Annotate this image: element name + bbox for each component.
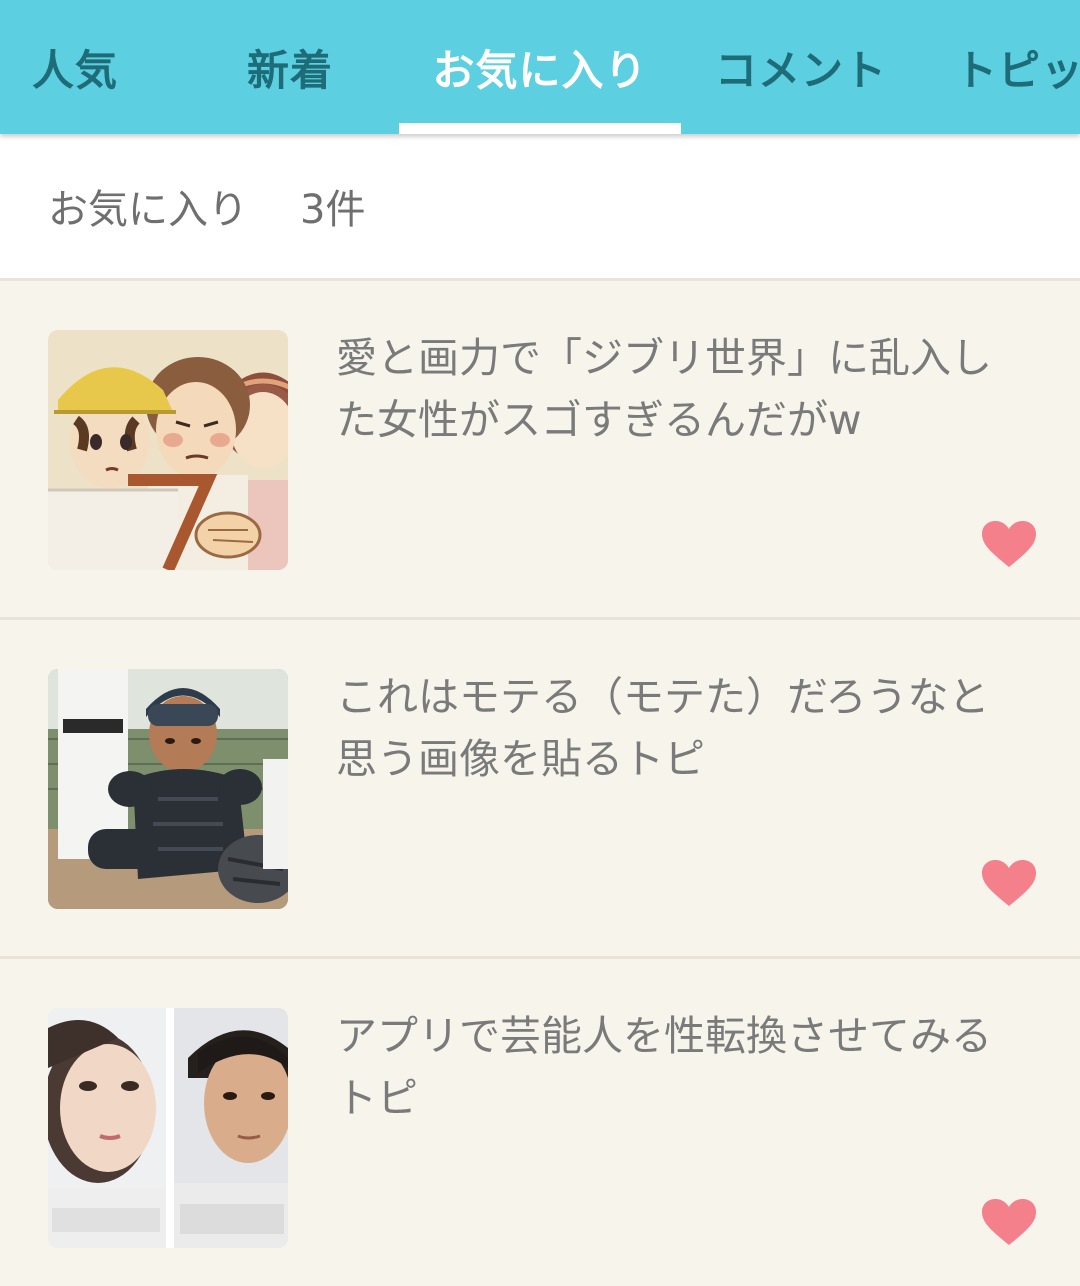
- tab-comments[interactable]: コメント: [681, 0, 921, 134]
- item-title: アプリで芸能人を性転換させてみるトピ: [336, 1012, 992, 1122]
- list-item[interactable]: これはモテる（モテた）だろうなと思う画像を貼るトピ: [0, 620, 1080, 959]
- anime-illustration-image: [48, 330, 288, 570]
- tab-favorites-label: お気に入り: [432, 45, 648, 95]
- tab-topics[interactable]: トピック: [955, 0, 1080, 134]
- heart-icon[interactable]: [982, 1199, 1036, 1247]
- tab-popular[interactable]: 人気: [0, 0, 150, 134]
- tab-favorites[interactable]: お気に入り: [399, 0, 681, 134]
- list-item[interactable]: アプリで芸能人を性転換させてみるトピ: [0, 959, 1080, 1286]
- active-tab-indicator: [399, 123, 681, 134]
- item-thumbnail: [48, 330, 288, 570]
- favorites-count-value: 3件: [300, 187, 366, 233]
- list-item[interactable]: 愛と画力で「ジブリ世界」に乱入した女性がスゴすぎるんだがw: [0, 281, 1080, 620]
- tab-new[interactable]: 新着: [180, 0, 400, 134]
- item-title: 愛と画力で「ジブリ世界」に乱入した女性がスゴすぎるんだがw: [336, 334, 992, 444]
- heart-icon[interactable]: [982, 521, 1036, 569]
- item-thumbnail: [48, 1008, 288, 1248]
- heart-icon[interactable]: [982, 860, 1036, 908]
- favorites-count-label: お気に入り: [48, 187, 248, 233]
- favorites-count-header: お気に入り 3件: [0, 134, 1080, 281]
- tab-bar: 人気 新着 お気に入り コメント トピック: [0, 0, 1080, 134]
- app-screen: 人気 新着 お気に入り コメント トピック お気に入り 3件: [0, 0, 1080, 1286]
- item-thumbnail: [48, 669, 288, 909]
- gender-swap-portraits-image: [48, 1008, 288, 1248]
- favorites-list: 愛と画力で「ジブリ世界」に乱入した女性がスゴすぎるんだがw これはモテる（モテた…: [0, 281, 1080, 1286]
- baseball-catcher-photo: [48, 669, 288, 909]
- item-title: これはモテる（モテた）だろうなと思う画像を貼るトピ: [336, 673, 990, 783]
